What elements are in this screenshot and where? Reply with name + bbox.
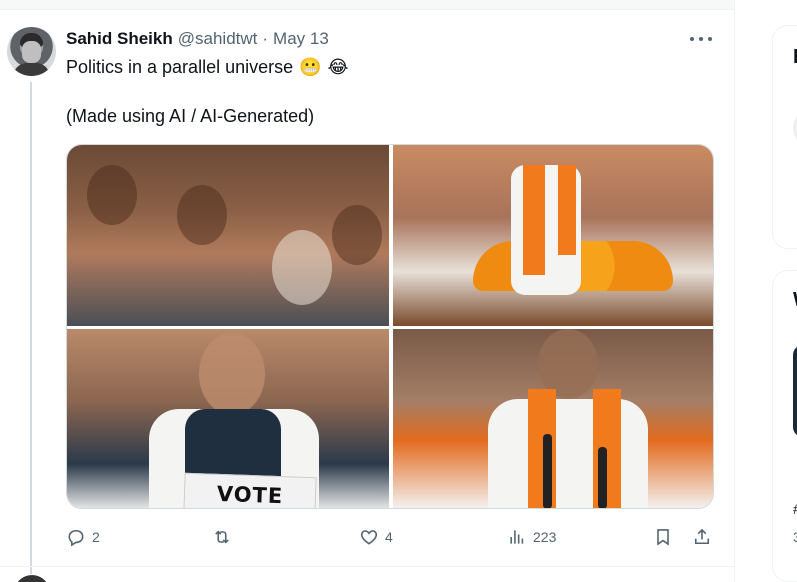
author-avatar[interactable] (7, 27, 56, 76)
next-post-avatar[interactable] (14, 575, 50, 582)
saffron-scarf (523, 165, 545, 275)
tweet-header: Sahid Sheikh @sahidtwt · May 13 (66, 28, 329, 50)
header-separator: · (262, 29, 269, 48)
tweet-actions: 2 4 223 (66, 524, 716, 550)
media-image-rally-car[interactable] (393, 145, 713, 326)
views-icon (510, 530, 524, 544)
crowd-face (199, 333, 265, 415)
white-kurta (488, 399, 648, 508)
reply-icon (68, 529, 84, 547)
author-handle[interactable]: @sahidtwt (178, 29, 258, 49)
previous-post-edge (0, 0, 735, 10)
crowd-face (332, 205, 382, 265)
microphone (598, 447, 607, 508)
tweet-text: Politics in a parallel universe 😬 😂 (Mad… (66, 55, 706, 128)
vote-sign-text: VOTE (216, 481, 284, 509)
sidebar-card-title: W (793, 289, 797, 312)
microphone (543, 434, 552, 508)
share-button[interactable] (692, 524, 712, 550)
crowd-face (272, 230, 332, 305)
post-divider (0, 566, 735, 567)
share-icon (694, 528, 710, 545)
saffron-scarf (558, 165, 576, 255)
reply-button[interactable]: 2 (66, 524, 100, 550)
repost-button[interactable] (212, 524, 238, 550)
tweet-text-main: Politics in a parallel universe (66, 57, 294, 77)
avatar-body (13, 63, 50, 76)
thread-connector-line (30, 82, 32, 574)
like-button[interactable]: 4 (359, 524, 393, 550)
post-date[interactable]: May 13 (273, 29, 329, 49)
crowd-face (87, 165, 137, 225)
grimace-emoji: 😬 (299, 57, 322, 77)
media-image-selfie-crowd[interactable] (67, 145, 389, 326)
sidebar-card-title: I (793, 46, 797, 69)
media-image-vote-sign[interactable]: VOTE (67, 329, 389, 509)
crowd-face (177, 185, 227, 245)
more-dot (699, 37, 703, 41)
reply-count: 2 (92, 529, 100, 545)
sidebar-card-top: I (772, 25, 797, 249)
like-count: 4 (385, 529, 393, 545)
sidebar-card-bottom: W # 3 (772, 270, 797, 582)
media-grid: VOTE (66, 144, 714, 509)
column-divider (734, 0, 735, 582)
vote-sign: VOTE (183, 472, 317, 509)
bookmark-button[interactable] (653, 524, 673, 550)
sidebar-thumbnail[interactable] (793, 345, 797, 437)
laugh-cry-emoji: 😂 (327, 57, 349, 77)
timeline: Sahid Sheikh @sahidtwt · May 13 Politics… (0, 0, 735, 582)
views-button[interactable]: 223 (507, 524, 556, 550)
tweet-text-line2: (Made using AI / AI-Generated) (66, 106, 315, 126)
media-image-speech-mic[interactable] (393, 329, 713, 508)
sidebar-trend-count: 3 (793, 529, 797, 545)
more-dot (708, 37, 712, 41)
views-count: 223 (533, 529, 557, 545)
sidebar-avatar-placeholder[interactable] (793, 108, 797, 148)
more-dot (690, 37, 694, 41)
more-horizontal-icon[interactable] (690, 30, 712, 48)
author-name[interactable]: Sahid Sheikh (66, 29, 173, 49)
bookmark-icon (657, 529, 669, 546)
like-icon (360, 530, 378, 545)
tweet-text-line1: Politics in a parallel universe 😬 😂 (66, 55, 706, 79)
sidebar-trend-mark: # (793, 501, 797, 517)
repost-icon (215, 530, 229, 544)
avatar-face (22, 41, 41, 63)
